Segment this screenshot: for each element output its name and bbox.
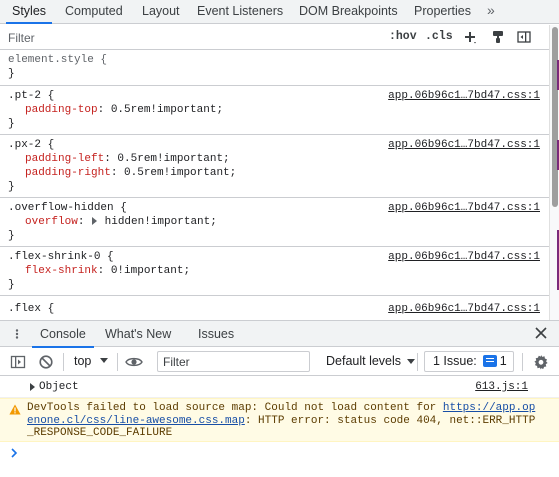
tab-dom-breakpoints[interactable]: DOM Breakpoints xyxy=(299,0,398,23)
cls-button[interactable]: .cls xyxy=(425,30,453,43)
tab-layout[interactable]: Layout xyxy=(142,0,180,23)
property-name[interactable]: padding-top xyxy=(25,104,98,116)
console-toolbar: top Default levels 1 Issue: 1 xyxy=(0,348,559,376)
issues-label: 1 Issue: xyxy=(433,354,477,368)
css-declaration[interactable]: flex-shrink: 0!important; xyxy=(25,264,190,278)
rule-close-brace: } xyxy=(8,181,15,193)
hov-button[interactable]: :hov xyxy=(389,30,417,43)
chevron-down-icon xyxy=(406,359,415,364)
chevron-down-icon[interactable] xyxy=(100,356,108,364)
property-value[interactable]: 0.5rem!important; xyxy=(111,104,223,116)
rule-source-link[interactable]: app.06b96c1…7bd47.css:1 xyxy=(388,250,540,264)
rule-source-link[interactable]: app.06b96c1…7bd47.css:1 xyxy=(388,89,540,103)
style-rule-overflow-hidden: .overflow-hidden { app.06b96c1…7bd47.css… xyxy=(0,198,549,247)
rule-close-brace: } xyxy=(8,118,15,130)
property-value[interactable]: 0.5rem!important; xyxy=(117,153,229,165)
css-declaration[interactable]: padding-right: 0.5rem!important; xyxy=(25,166,236,180)
console-filter-input[interactable] xyxy=(157,351,310,372)
toolbar-separator xyxy=(417,353,418,371)
rule-selector[interactable]: .px-2 { xyxy=(8,138,54,152)
issues-count: 1 xyxy=(499,354,507,368)
toolbar-separator xyxy=(117,353,118,371)
rule-source-link[interactable]: app.06b96c1…7bd47.css:1 xyxy=(388,201,540,215)
tab-issues[interactable]: Issues xyxy=(198,321,234,347)
property-name[interactable]: flex-shrink xyxy=(25,265,98,277)
rule-close-brace: } xyxy=(8,230,15,242)
style-rule-flex-shrink-0: .flex-shrink-0 { app.06b96c1…7bd47.css:1… xyxy=(0,247,549,296)
property-value[interactable]: 0.5rem!important; xyxy=(124,167,236,179)
drawer-tab-bar: Console What's New Issues xyxy=(0,320,559,348)
rule-close-brace: } xyxy=(8,68,15,80)
issue-message-icon xyxy=(482,354,497,367)
rule-selector[interactable]: .overflow-hidden { xyxy=(8,201,127,215)
console-message-warning: DevTools failed to load source map: Coul… xyxy=(0,398,559,442)
issues-counter-button[interactable]: 1 Issue: 1 xyxy=(424,351,514,372)
object-label[interactable]: Object xyxy=(39,381,79,393)
plus-icon[interactable] xyxy=(463,30,477,44)
warning-prefix: DevTools failed to load source map: Coul… xyxy=(27,402,443,414)
expand-triangle-icon[interactable] xyxy=(29,383,36,391)
devtools-tab-bar: Styles Computed Layout Event Listeners D… xyxy=(0,0,559,24)
rule-selector[interactable]: .flex-shrink-0 { xyxy=(8,250,114,264)
property-value[interactable]: hidden!important; xyxy=(105,216,217,228)
expand-triangle-icon[interactable] xyxy=(91,217,98,225)
drawer-menu-icon[interactable] xyxy=(12,329,22,339)
console-message-object: Object 613.js:1 xyxy=(0,377,559,398)
warning-icon xyxy=(9,404,21,415)
css-declaration[interactable]: overflow: hidden!important; xyxy=(25,215,217,229)
property-name[interactable]: overflow xyxy=(25,216,78,228)
toggle-sidebar-icon[interactable] xyxy=(517,30,531,44)
rule-source-link[interactable]: app.06b96c1…7bd47.css:1 xyxy=(388,302,540,316)
clear-console-icon[interactable] xyxy=(38,354,54,370)
toolbar-separator xyxy=(63,353,64,371)
style-rule-px-2: .px-2 { app.06b96c1…7bd47.css:1 padding-… xyxy=(0,135,549,198)
toolbar-separator xyxy=(522,353,523,371)
property-name[interactable]: padding-right xyxy=(25,167,111,179)
property-value[interactable]: 0!important; xyxy=(111,265,190,277)
eye-icon[interactable] xyxy=(125,354,143,370)
tab-event-listeners[interactable]: Event Listeners xyxy=(197,0,283,23)
log-levels-dropdown[interactable]: Default levels xyxy=(326,354,415,368)
css-declaration[interactable]: padding-top: 0.5rem!important; xyxy=(25,103,223,117)
css-declaration[interactable]: padding-left: 0.5rem!important; xyxy=(25,152,230,166)
rule-selector[interactable]: .flex { xyxy=(8,302,54,316)
more-tabs-button[interactable]: » xyxy=(487,0,495,23)
tab-properties[interactable]: Properties xyxy=(414,0,471,23)
console-prompt-icon[interactable] xyxy=(9,447,19,459)
log-levels-label: Default levels xyxy=(326,354,402,368)
style-rule-pt-2: .pt-2 { app.06b96c1…7bd47.css:1 padding-… xyxy=(0,86,549,135)
gear-icon[interactable] xyxy=(533,354,549,370)
paint-brush-icon[interactable] xyxy=(491,30,505,44)
rule-selector[interactable]: element.style { xyxy=(8,53,107,67)
tab-styles[interactable]: Styles xyxy=(5,0,53,24)
context-selector[interactable]: top xyxy=(74,354,91,368)
styles-rules-pane: element.style { } .pt-2 { app.06b96c1…7b… xyxy=(0,50,549,320)
styles-filter-input[interactable] xyxy=(8,29,308,46)
scrollbar-thumb[interactable] xyxy=(552,27,558,207)
style-rule-element-style: element.style { } xyxy=(0,50,549,86)
warning-message: DevTools failed to load source map: Coul… xyxy=(27,402,537,440)
rule-source-link[interactable]: app.06b96c1…7bd47.css:1 xyxy=(388,138,540,152)
rule-close-brace: } xyxy=(8,279,15,291)
message-source-link[interactable]: 613.js:1 xyxy=(475,381,528,393)
rule-selector[interactable]: .pt-2 { xyxy=(8,89,54,103)
sidebar-toggle-icon[interactable] xyxy=(10,354,26,370)
style-rule-flex: .flex { app.06b96c1…7bd47.css:1 xyxy=(0,296,549,320)
tab-computed[interactable]: Computed xyxy=(65,0,123,23)
tab-console[interactable]: Console xyxy=(32,321,94,348)
tab-whats-new[interactable]: What's New xyxy=(105,321,171,347)
close-icon[interactable] xyxy=(534,326,548,340)
property-name[interactable]: padding-left xyxy=(25,153,104,165)
styles-filter-bar: :hov .cls xyxy=(0,25,549,50)
